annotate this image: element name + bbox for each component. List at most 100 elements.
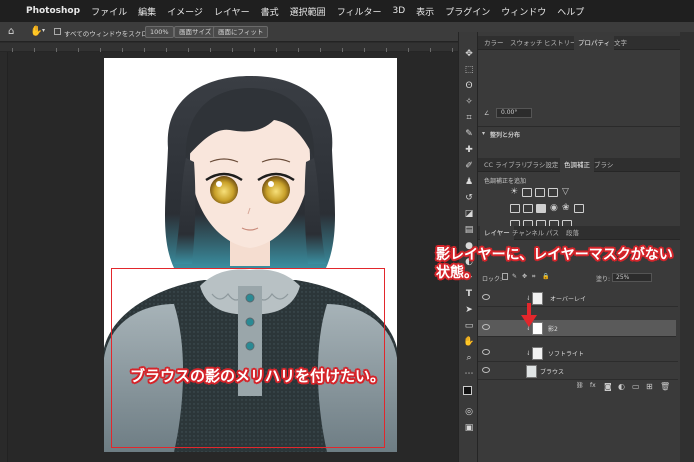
properties-tabbar: カラー スウォッチ ヒストリー プロパティ 文字: [478, 36, 694, 50]
layer-row[interactable]: ⇃ ソフトライト: [478, 345, 678, 362]
menu-filter[interactable]: フィルター: [337, 5, 382, 18]
layer-name[interactable]: ブラウス: [540, 367, 564, 376]
new-layer-icon[interactable]: ⊞: [646, 382, 653, 391]
menu-help[interactable]: ヘルプ: [557, 5, 584, 18]
add-mask-icon[interactable]: ◙: [604, 382, 612, 391]
link-layers-icon[interactable]: ⛓: [576, 382, 584, 389]
menu-select[interactable]: 選択範囲: [290, 5, 326, 18]
eye-icon[interactable]: [482, 294, 490, 300]
color-lookup-icon[interactable]: [574, 204, 584, 213]
curves-icon[interactable]: [535, 188, 545, 197]
layer-row[interactable]: ブラウス: [478, 363, 678, 380]
healing-tool-icon[interactable]: ✚: [463, 144, 475, 156]
menu-file[interactable]: ファイル: [91, 5, 127, 18]
brush-tool-icon[interactable]: ✐: [463, 160, 475, 172]
path-select-icon[interactable]: ➤: [463, 304, 475, 316]
screen-mode-icon[interactable]: ▣: [463, 422, 475, 434]
layer-thumbnail: [526, 365, 537, 378]
tab-properties[interactable]: プロパティ: [574, 36, 615, 50]
panel-collapse-strip: [680, 32, 694, 462]
brightness-icon[interactable]: ☀: [510, 187, 518, 197]
chevron-down-icon[interactable]: ▾: [482, 130, 485, 137]
left-edge: [0, 52, 8, 462]
vibrance-icon[interactable]: ▽: [562, 187, 569, 197]
fx-icon[interactable]: fx: [590, 382, 596, 389]
eyedropper-tool-icon[interactable]: ✎: [463, 128, 475, 140]
tab-brushes[interactable]: ブラシ: [590, 158, 617, 172]
quick-mask-icon[interactable]: ◎: [463, 406, 475, 418]
lock-pixels-icon[interactable]: [502, 273, 508, 280]
hand-tool-icon[interactable]: ✋: [30, 26, 42, 38]
layer-name[interactable]: オーバーレイ: [550, 294, 586, 303]
scroll-all-checkbox[interactable]: [54, 28, 61, 35]
menu-plugins[interactable]: プラグイン: [445, 5, 490, 18]
menu-type[interactable]: 書式: [261, 5, 279, 18]
lock-paint-icon[interactable]: ✎: [512, 273, 517, 280]
tab-brush-settings[interactable]: ブラシ設定: [522, 158, 562, 172]
new-adjustment-icon[interactable]: ◐: [618, 382, 625, 391]
lock-position-icon[interactable]: ✥: [522, 273, 527, 280]
menu-view[interactable]: 表示: [416, 5, 434, 18]
hue-saturation-icon[interactable]: [510, 204, 520, 213]
horizontal-ruler: [0, 43, 458, 52]
zoom-100-button[interactable]: 100%: [145, 26, 174, 38]
black-white-icon[interactable]: [536, 204, 546, 213]
fit-screen-button[interactable]: 画面サイズ: [174, 26, 217, 38]
tab-adjustments[interactable]: 色調補正: [560, 158, 594, 172]
magic-wand-tool-icon[interactable]: ✧: [463, 96, 475, 108]
marquee-tool-icon[interactable]: ⬚: [463, 64, 475, 76]
color-balance-icon[interactable]: [523, 204, 533, 213]
tab-paragraph[interactable]: 段落: [562, 226, 583, 240]
menu-image[interactable]: イメージ: [167, 5, 203, 18]
adjustments-tabbar: CC ライブラリ ブラシ設定 色調補正 ブラシ: [478, 158, 694, 172]
hand-tool-icon[interactable]: ✋: [463, 336, 475, 348]
layer-name[interactable]: 影2: [548, 324, 558, 333]
menu-3d[interactable]: 3D: [393, 6, 406, 16]
move-tool-icon[interactable]: ✥: [463, 48, 475, 60]
adjustments-title: 色調補正を追加: [484, 178, 527, 185]
foreground-color-swatch[interactable]: [463, 386, 472, 395]
new-group-icon[interactable]: ▭: [632, 382, 640, 391]
blouse-highlight-box: [111, 268, 385, 448]
trash-icon[interactable]: 🗑: [660, 382, 670, 391]
shape-tool-icon[interactable]: ▭: [463, 320, 475, 332]
divider: [478, 126, 694, 127]
fill-input[interactable]: 25%: [612, 273, 652, 282]
history-brush-icon[interactable]: ↺: [463, 192, 475, 204]
menu-edit[interactable]: 編集: [138, 5, 156, 18]
crop-tool-icon[interactable]: ⌗: [463, 112, 475, 124]
layer-name[interactable]: ソフトライト: [548, 349, 584, 358]
menu-bar: Photoshop ファイル 編集 イメージ レイヤー 書式 選択範囲 フィルタ…: [0, 0, 694, 22]
channel-mixer-icon[interactable]: ❀: [562, 203, 570, 213]
zoom-tool-icon[interactable]: ⌕: [463, 352, 475, 364]
menu-app-name[interactable]: Photoshop: [26, 6, 80, 16]
menu-window[interactable]: ウィンドウ: [501, 5, 546, 18]
fill-screen-button[interactable]: 画面にフィット: [213, 26, 269, 38]
menu-layer[interactable]: レイヤー: [214, 5, 250, 18]
eye-icon[interactable]: [482, 349, 490, 355]
more-tools-icon[interactable]: ⋯: [463, 368, 475, 380]
gradient-tool-icon[interactable]: ▤: [463, 224, 475, 236]
stamp-tool-icon[interactable]: ♟: [463, 176, 475, 188]
exposure-icon[interactable]: [548, 188, 558, 197]
type-tool-icon[interactable]: T: [463, 288, 475, 300]
layer-row[interactable]: ⇃ オーバーレイ: [478, 290, 678, 307]
lock-artboard-icon[interactable]: ⌗: [532, 273, 535, 281]
chevron-down-icon[interactable]: ▾: [42, 27, 45, 34]
levels-icon[interactable]: [522, 188, 532, 197]
eye-icon[interactable]: [482, 367, 490, 373]
photo-filter-icon[interactable]: ◉: [550, 203, 558, 213]
home-icon[interactable]: ⌂: [8, 26, 14, 38]
eye-icon[interactable]: [482, 324, 490, 330]
layer-row-selected[interactable]: ⇃ 影2: [478, 320, 676, 337]
eraser-tool-icon[interactable]: ◪: [463, 208, 475, 220]
tab-paths[interactable]: パス: [542, 226, 563, 240]
lock-label: ロック:: [482, 276, 503, 283]
tab-character[interactable]: 文字: [610, 36, 631, 50]
lock-all-icon[interactable]: 🔒: [542, 273, 549, 280]
angle-input[interactable]: 0.00°: [496, 108, 532, 118]
tab-color[interactable]: カラー: [480, 36, 508, 50]
arrow-down-icon: [521, 303, 537, 327]
layers-tabbar: レイヤー チャンネル パス 段落: [478, 226, 694, 240]
lasso-tool-icon[interactable]: ʘ: [463, 80, 475, 92]
